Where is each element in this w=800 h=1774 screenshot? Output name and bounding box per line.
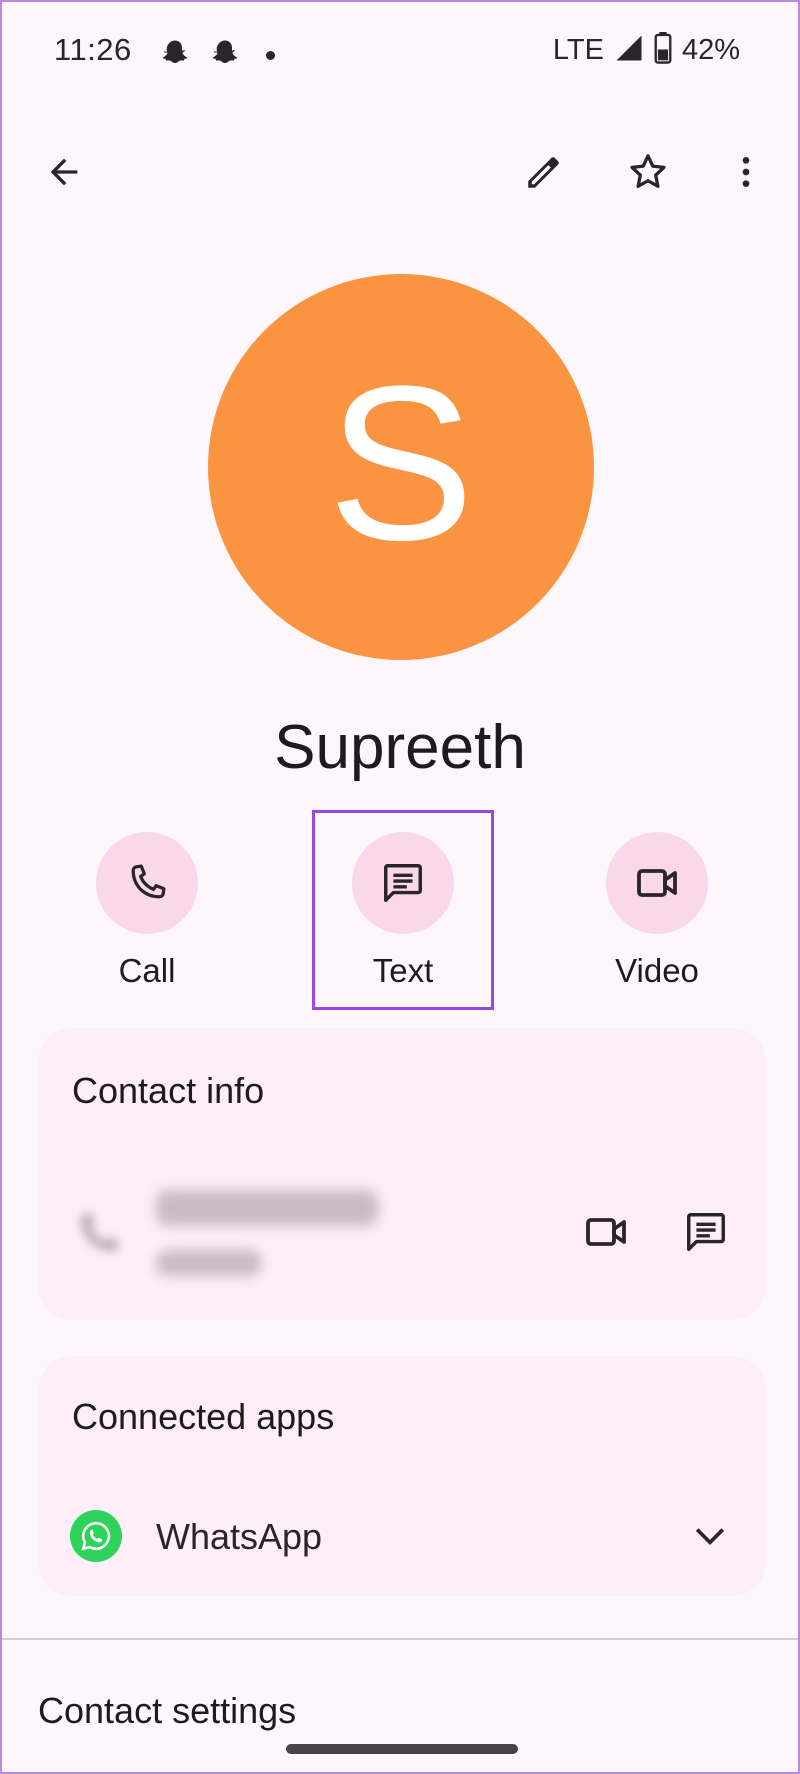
contact-info-title: Contact info	[72, 1070, 265, 1111]
system-status-icons: LTE 42%	[553, 32, 740, 69]
battery-level: 42%	[681, 34, 740, 66]
snapchat-icon	[210, 38, 240, 73]
battery-icon	[654, 32, 672, 69]
phone-icon	[70, 1206, 126, 1262]
contact-detail-screen: 11:26 LTE 42% S Supreeth Call Text Video…	[0, 0, 800, 1774]
back-arrow-icon	[50, 158, 78, 186]
call-action[interactable]: Call	[62, 832, 232, 990]
connected-apps-card: Connected apps WhatsApp	[38, 1356, 766, 1596]
section-divider	[2, 1638, 798, 1640]
contact-video-call-button[interactable]	[576, 1202, 636, 1262]
more-options-button[interactable]	[714, 140, 778, 204]
video-button[interactable]	[606, 832, 708, 934]
contact-name: Supreeth	[274, 713, 526, 782]
edit-pencil-icon	[528, 157, 559, 188]
redacted-phone-type	[156, 1250, 262, 1276]
status-bar: 11:26 LTE 42%	[2, 2, 798, 106]
whatsapp-icon	[70, 1510, 122, 1562]
gesture-nav-handle[interactable]	[286, 1744, 518, 1754]
contact-settings-title: Contact settings	[38, 1690, 297, 1731]
back-button[interactable]	[32, 140, 96, 204]
video-label: Video	[615, 952, 699, 989]
call-label: Call	[118, 952, 176, 989]
status-time: 11:26	[54, 32, 132, 67]
avatar-letter: S	[327, 340, 475, 586]
phone-icon	[131, 864, 166, 899]
videocam-icon	[637, 869, 677, 897]
connected-apps-title: Connected apps	[72, 1396, 335, 1437]
contact-info-card: Contact info	[38, 1028, 766, 1320]
video-action[interactable]: Video	[572, 832, 742, 990]
favorite-button[interactable]	[616, 140, 680, 204]
redacted-phone-number[interactable]	[156, 1190, 378, 1226]
more-vert-icon	[742, 157, 750, 187]
snapchat-icon	[160, 38, 190, 73]
videocam-icon	[586, 1218, 626, 1246]
network-type: LTE	[552, 34, 604, 66]
whatsapp-label[interactable]: WhatsApp	[156, 1516, 322, 1558]
message-icon	[687, 1213, 725, 1251]
chevron-down-icon	[695, 1528, 725, 1546]
star-outline-icon	[630, 154, 666, 188]
signal-icon	[614, 33, 644, 68]
notification-dot	[266, 51, 275, 60]
edit-button[interactable]	[512, 140, 576, 204]
contact-avatar: S	[208, 274, 594, 660]
contact-message-button[interactable]	[676, 1202, 736, 1262]
expand-whatsapp-button[interactable]	[680, 1506, 740, 1566]
call-button[interactable]	[96, 832, 198, 934]
notification-icons	[160, 38, 275, 73]
highlight-box	[312, 810, 494, 1010]
